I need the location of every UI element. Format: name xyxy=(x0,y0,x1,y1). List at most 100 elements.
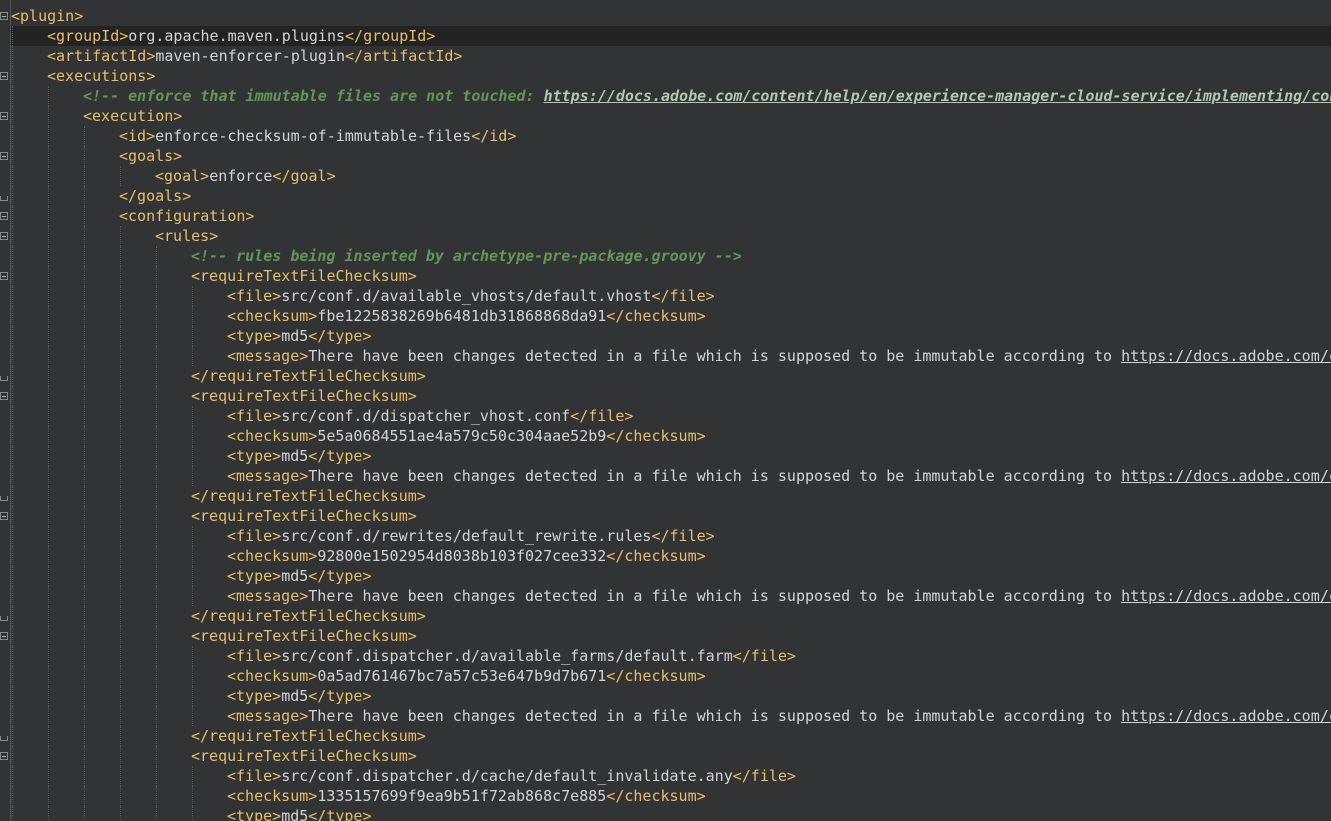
code-line[interactable]: <!-- enforce that immutable files are no… xyxy=(11,86,1331,106)
indent-guide xyxy=(48,86,49,106)
indent-guide xyxy=(84,226,85,246)
indent-guide xyxy=(48,566,49,586)
xml-tag: </goals> xyxy=(119,187,192,205)
fold-gutter[interactable] xyxy=(0,0,11,821)
indent-guide xyxy=(12,266,13,286)
fold-end-icon xyxy=(0,376,8,381)
fold-collapse-icon[interactable] xyxy=(0,152,8,160)
code-line[interactable]: <message>There have been changes detecte… xyxy=(11,586,1331,606)
code-line[interactable]: <checksum>92800e1502954d8038b103f027cee3… xyxy=(11,546,1331,566)
code-line[interactable]: <requireTextFileChecksum> xyxy=(11,386,1331,406)
code-line[interactable]: <file>src/conf.dispatcher.d/available_fa… xyxy=(11,646,1331,666)
indent-guide xyxy=(192,346,193,366)
fold-collapse-icon[interactable] xyxy=(0,632,8,640)
code-line[interactable]: <requireTextFileChecksum> xyxy=(11,746,1331,766)
indent-guide xyxy=(48,546,49,566)
code-line[interactable]: <groupId>org.apache.maven.plugins</group… xyxy=(11,26,1331,46)
text-content: 5e5a0684551ae4a579c50c304aae52b9 xyxy=(317,427,607,445)
code-line[interactable]: </requireTextFileChecksum> xyxy=(11,366,1331,386)
fold-collapse-icon[interactable] xyxy=(0,232,8,240)
fold-end-icon xyxy=(0,196,8,201)
fold-collapse-icon[interactable] xyxy=(0,392,8,400)
indent-guide xyxy=(84,726,85,746)
indent-guide xyxy=(156,446,157,466)
code-line[interactable]: <checksum>fbe1225838269b6481db31868868da… xyxy=(11,306,1331,326)
indent-guide xyxy=(84,766,85,786)
xml-tag: <plugin> xyxy=(11,7,84,25)
text-content: md5 xyxy=(281,807,309,821)
code-line[interactable]: </requireTextFileChecksum> xyxy=(11,726,1331,746)
code-line[interactable]: <type>md5</type> xyxy=(11,566,1331,586)
code-line[interactable]: <message>There have been changes detecte… xyxy=(11,466,1331,486)
code-line[interactable]: <goals> xyxy=(11,146,1331,166)
code-area[interactable]: <plugin> <groupId>org.apache.maven.plugin… xyxy=(11,6,1331,821)
fold-collapse-icon[interactable] xyxy=(0,272,8,280)
message-link[interactable]: https://docs.adobe.com/content/help/en/e… xyxy=(1121,587,1331,605)
message-link[interactable]: https://docs.adobe.com/content/help/en/e… xyxy=(1121,467,1331,485)
code-line[interactable]: <file>src/conf.dispatcher.d/cache/defaul… xyxy=(11,766,1331,786)
code-line[interactable]: <type>md5</type> xyxy=(11,686,1331,706)
indent-guide xyxy=(156,266,157,286)
indent-guide xyxy=(84,266,85,286)
code-line[interactable]: </goals> xyxy=(11,186,1331,206)
xml-tag: <requireTextFileChecksum> xyxy=(191,627,417,645)
code-line[interactable]: <message>There have been changes detecte… xyxy=(11,706,1331,726)
indent-guide xyxy=(12,326,13,346)
code-line[interactable]: <requireTextFileChecksum> xyxy=(11,266,1331,286)
xml-tag: <file> xyxy=(227,527,282,545)
fold-collapse-icon[interactable] xyxy=(0,512,8,520)
text-content: md5 xyxy=(281,327,309,345)
code-line[interactable]: <plugin> xyxy=(11,6,1331,26)
code-line[interactable]: <configuration> xyxy=(11,206,1331,226)
indent-guide xyxy=(120,546,121,566)
indent-guide xyxy=(120,286,121,306)
code-line[interactable]: <executions> xyxy=(11,66,1331,86)
code-line[interactable]: <message>There have been changes detecte… xyxy=(11,346,1331,366)
code-line[interactable]: <checksum>1335157699f9ea9b51f72ab868c7e8… xyxy=(11,786,1331,806)
indent-guide xyxy=(156,466,157,486)
code-line[interactable]: <file>src/conf.d/rewrites/default_rewrit… xyxy=(11,526,1331,546)
indent-guide xyxy=(48,286,49,306)
indent-guide xyxy=(84,426,85,446)
code-line[interactable]: </requireTextFileChecksum> xyxy=(11,486,1331,506)
code-line[interactable]: <requireTextFileChecksum> xyxy=(11,626,1331,646)
code-line[interactable]: <!-- rules being inserted by archetype-p… xyxy=(11,246,1331,266)
message-link[interactable]: https://docs.adobe.com/content/help/en/e… xyxy=(1121,347,1331,365)
indent-guide xyxy=(48,106,49,126)
code-line[interactable]: <execution> xyxy=(11,106,1331,126)
code-line[interactable]: <type>md5</type> xyxy=(11,326,1331,346)
xml-tag: <checksum> xyxy=(227,307,318,325)
xml-tag: <checksum> xyxy=(227,787,318,805)
indent-guide xyxy=(120,706,121,726)
text-content: fbe1225838269b6481db31868868da91 xyxy=(317,307,607,325)
code-line[interactable]: <checksum>5e5a0684551ae4a579c50c304aae52… xyxy=(11,426,1331,446)
code-line[interactable]: </requireTextFileChecksum> xyxy=(11,606,1331,626)
code-line[interactable]: <artifactId>maven-enforcer-plugin</artif… xyxy=(11,46,1331,66)
fold-collapse-icon[interactable] xyxy=(0,72,8,80)
text-content: There have been changes detected in a fi… xyxy=(308,587,1122,605)
xml-tag: <type> xyxy=(227,687,282,705)
code-line[interactable]: <file>src/conf.d/available_vhosts/defaul… xyxy=(11,286,1331,306)
message-link[interactable]: https://docs.adobe.com/content/help/en/e… xyxy=(1121,707,1331,725)
code-line[interactable]: <rules> xyxy=(11,226,1331,246)
comment-link[interactable]: https://docs.adobe.com/content/help/en/e… xyxy=(544,87,1331,105)
code-editor[interactable]: <plugin> <groupId>org.apache.maven.plugin… xyxy=(0,0,1331,821)
text-content: enforce-checksum-of-immutable-files xyxy=(155,127,472,145)
fold-collapse-icon[interactable] xyxy=(0,752,8,760)
indent-guide xyxy=(120,506,121,526)
indent-guide xyxy=(48,626,49,646)
code-line[interactable]: <goal>enforce</goal> xyxy=(11,166,1331,186)
fold-collapse-icon[interactable] xyxy=(0,212,8,220)
code-line[interactable]: <type>md5</type> xyxy=(11,446,1331,466)
code-line[interactable]: <id>enforce-checksum-of-immutable-files<… xyxy=(11,126,1331,146)
indent-guide xyxy=(192,546,193,566)
code-line[interactable]: <requireTextFileChecksum> xyxy=(11,506,1331,526)
indent-guide xyxy=(192,766,193,786)
indent-guide xyxy=(12,66,13,86)
fold-collapse-icon[interactable] xyxy=(0,12,8,20)
indent-guide xyxy=(12,646,13,666)
code-line[interactable]: <type>md5</type> xyxy=(11,806,1331,821)
code-line[interactable]: <checksum>0a5ad761467bc7a57c53e647b9d7b6… xyxy=(11,666,1331,686)
code-line[interactable]: <file>src/conf.d/dispatcher_vhost.conf</… xyxy=(11,406,1331,426)
fold-collapse-icon[interactable] xyxy=(0,112,8,120)
